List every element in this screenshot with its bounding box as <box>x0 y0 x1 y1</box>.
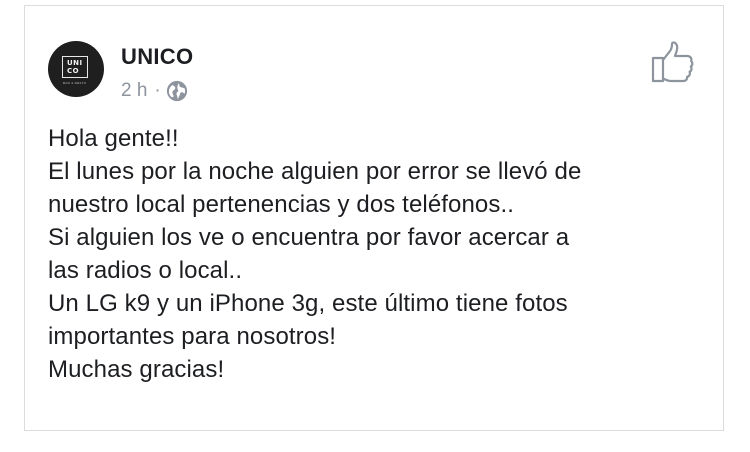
avatar-logo-box: UNI CO <box>62 56 88 78</box>
post-text-line: Muchas gracias! <box>48 356 225 383</box>
post-card: UNI CO BAR & RESTO UNICO 2 h · Hola gent… <box>24 5 724 431</box>
post-meta: 2 h · <box>121 80 188 102</box>
thumbs-up-icon[interactable] <box>651 41 695 83</box>
post-text-line: importantes para nosotros! <box>48 323 337 350</box>
page-avatar[interactable]: UNI CO BAR & RESTO <box>48 41 104 97</box>
post-body: Hola gente!! El lunes por la noche algui… <box>48 122 708 386</box>
avatar-logo-subtitle: BAR & RESTO <box>63 81 87 85</box>
avatar-logo-line1: UNI <box>67 59 83 67</box>
avatar-logo-line2: CO <box>67 67 80 75</box>
post-text-line: Hola gente!! <box>48 125 179 152</box>
avatar-logo-text: UNI CO <box>67 59 83 75</box>
post-text-line: El lunes por la noche alguien por error … <box>48 158 582 185</box>
post-text-line: Un LG k9 y un iPhone 3g, este último tie… <box>48 290 568 317</box>
globe-icon[interactable] <box>166 80 188 102</box>
post-text-line: Si alguien los ve o encuentra por favor … <box>48 224 570 251</box>
page-name-link[interactable]: UNICO <box>121 44 193 70</box>
meta-separator: · <box>154 80 161 101</box>
post-text-line: las radios o local.. <box>48 257 243 284</box>
post-timestamp[interactable]: 2 h <box>121 80 147 102</box>
post-text-line: nuestro local pertenencias y dos teléfon… <box>48 191 515 218</box>
